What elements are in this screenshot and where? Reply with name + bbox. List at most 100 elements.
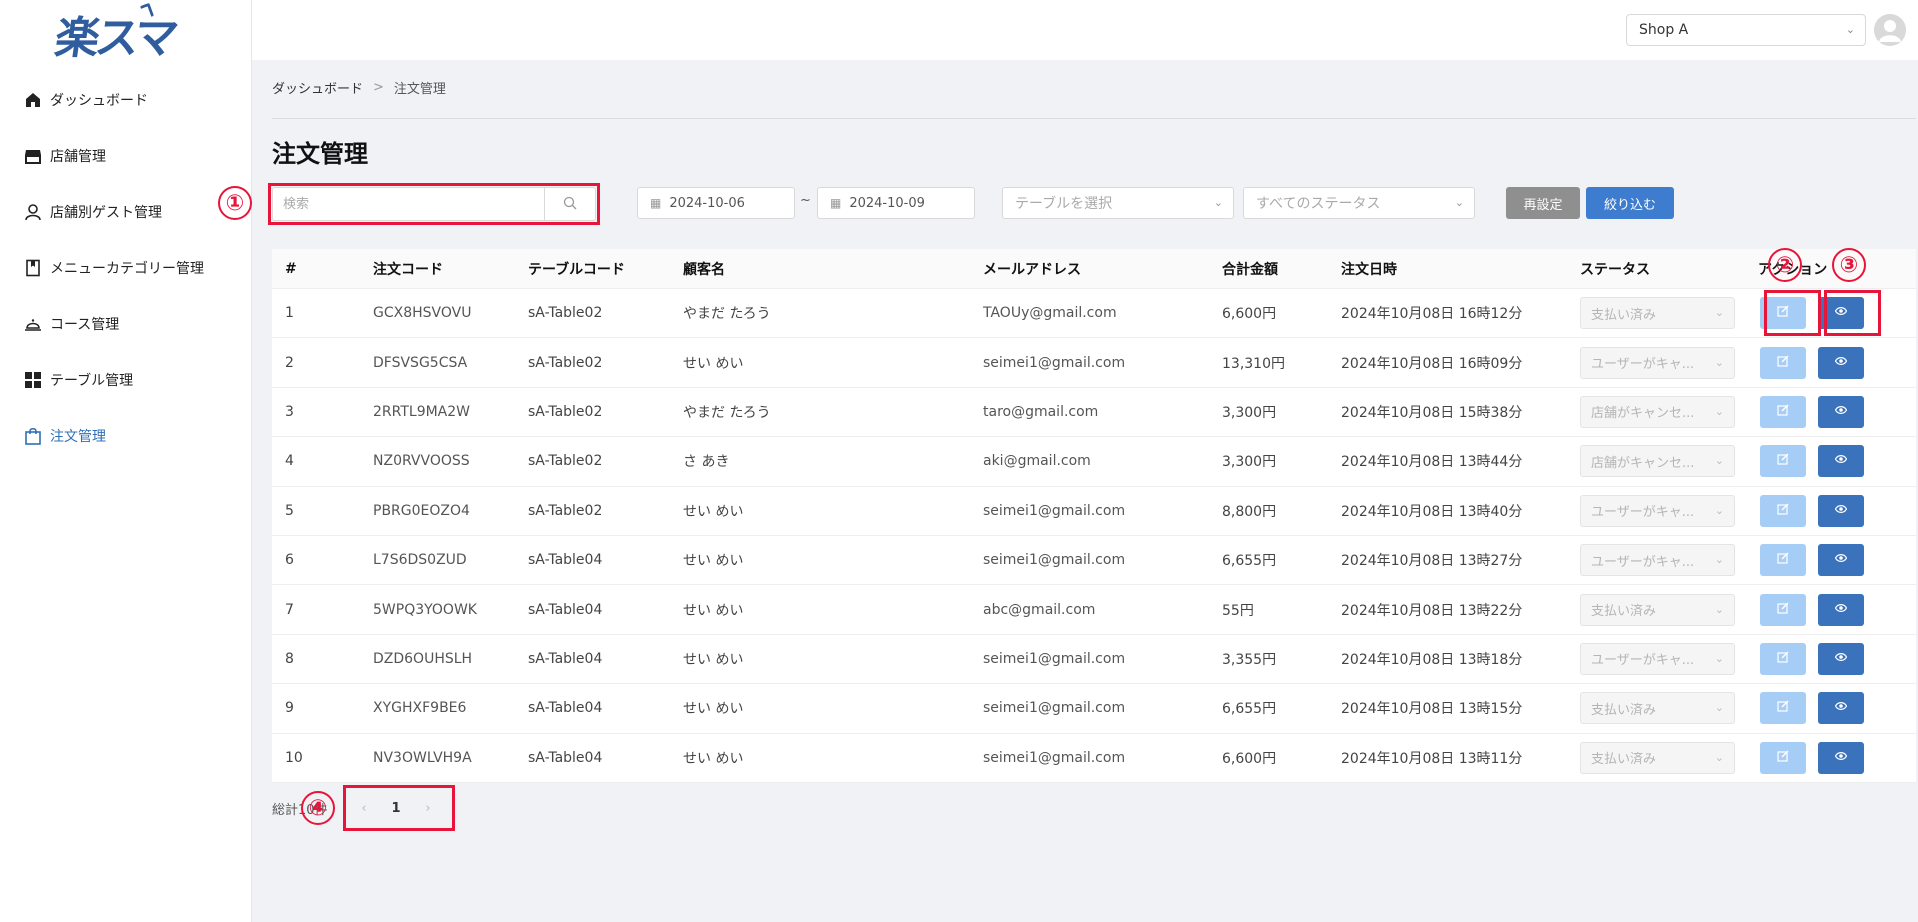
reset-button[interactable]: 再設定 [1506, 187, 1580, 219]
edit-icon [1777, 602, 1789, 618]
action-cell [1758, 544, 1916, 577]
status-dropdown[interactable]: ユーザーがキャ... ⌄ [1580, 544, 1735, 577]
sidebar-item-label: メニューカテゴリー管理 [50, 261, 204, 277]
table-row: 4 NZ0RVVOOSS sA-Table02 さ あき aki@gmail.com 3,… [272, 437, 1916, 487]
sidebar-item-course[interactable]: コース管理 [0, 296, 252, 352]
email-cell: aki@gmail.com [983, 453, 1091, 470]
email-cell: seimei1@gmail.com [983, 552, 1126, 569]
breadcrumb-home[interactable]: ダッシュボード [272, 78, 363, 97]
sidebar-item-order[interactable]: 注文管理 [0, 408, 252, 464]
status-cell: 支払い済み ⌄ [1580, 741, 1758, 774]
sidebar-item-table[interactable]: テーブル管理 [0, 352, 252, 408]
sidebar-item-guest[interactable]: 店舗別ゲスト管理 [0, 184, 252, 240]
edit-button[interactable] [1760, 395, 1806, 428]
edit-button[interactable] [1760, 346, 1806, 379]
order-datetime-cell: 2024年10月08日 13時22分 [1341, 602, 1523, 619]
search-input[interactable] [272, 187, 544, 221]
edit-icon [1777, 453, 1789, 469]
status-dropdown[interactable]: 支払い済み ⌄ [1580, 692, 1735, 725]
sidebar-item-label: 注文管理 [50, 429, 106, 445]
edit-button[interactable] [1760, 642, 1806, 675]
table-row: 2 DFSVSG5CSA sA-Table02 せい めい seimei1@gmail.… [272, 338, 1916, 388]
status-cell: ユーザーがキャ... ⌄ [1580, 346, 1758, 379]
status-value: ユーザーがキャ... [1591, 554, 1695, 570]
sidebar-item-label: テーブル管理 [50, 373, 134, 389]
view-button[interactable] [1818, 297, 1864, 330]
date-from-field[interactable]: ▦ 2024-10-06 [637, 187, 795, 219]
edit-button[interactable] [1760, 544, 1806, 577]
row-number-cell: 3 [285, 403, 294, 420]
order-datetime-cell: 2024年10月08日 13時40分 [1341, 503, 1523, 520]
sidebar-item-dashboard[interactable]: ダッシュボード [0, 72, 252, 128]
breadcrumb: ダッシュボード > 注文管理 [272, 78, 446, 97]
status-dropdown[interactable]: 支払い済み ⌄ [1580, 741, 1735, 774]
status-dropdown[interactable]: 店舗がキャンセ... ⌄ [1580, 395, 1735, 428]
email-cell: abc@gmail.com [983, 601, 1096, 618]
chevron-down-icon: ⌄ [1213, 196, 1223, 209]
table-code-cell: sA-Table04 [528, 700, 603, 717]
status-dropdown[interactable]: 店舗がキャンセ... ⌄ [1580, 445, 1735, 478]
table-select[interactable]: テーブルを選択 ⌄ [1002, 187, 1234, 219]
column-header: ステータス [1580, 261, 1650, 278]
view-button[interactable] [1818, 346, 1864, 379]
search-button[interactable] [544, 187, 596, 221]
view-button[interactable] [1818, 395, 1864, 428]
email-cell: TAOUy@gmail.com [983, 305, 1117, 322]
order-datetime-cell: 2024年10月08日 15時38分 [1341, 404, 1523, 421]
table-code-cell: sA-Table02 [528, 453, 603, 470]
chevron-down-icon: ⌄ [1714, 306, 1724, 320]
row-number-cell: 1 [285, 305, 294, 322]
status-select[interactable]: すべてのステータス ⌄ [1243, 187, 1475, 219]
sidebar-item-menu-category[interactable]: メニューカテゴリー管理 [0, 240, 252, 296]
avatar[interactable] [1874, 14, 1906, 46]
view-button[interactable] [1818, 593, 1864, 626]
sidebar-item-store[interactable]: 店舗管理 [0, 128, 252, 184]
edit-button[interactable] [1760, 692, 1806, 725]
customer-name-cell: やまだ たろう [683, 404, 771, 421]
next-page-button[interactable]: › [412, 792, 444, 824]
status-dropdown[interactable]: 支払い済み ⌄ [1580, 593, 1735, 626]
date-to-field[interactable]: ▦ 2024-10-09 [817, 187, 975, 219]
total-amount-cell: 3,355円 [1222, 651, 1277, 668]
view-button[interactable] [1818, 692, 1864, 725]
prev-page-button[interactable]: ‹ [348, 792, 380, 824]
customer-name-cell: せい めい [683, 553, 744, 570]
column-header: メールアドレス [983, 261, 1081, 278]
status-dropdown[interactable]: ユーザーがキャ... ⌄ [1580, 642, 1735, 675]
edit-button[interactable] [1760, 297, 1806, 330]
view-button[interactable] [1818, 494, 1864, 527]
annotation-2: ② [1768, 248, 1802, 282]
status-cell: 支払い済み ⌄ [1580, 297, 1758, 330]
bag-icon [24, 427, 42, 445]
view-button[interactable] [1818, 445, 1864, 478]
page-1-button[interactable]: 1 [380, 792, 412, 824]
table-code-cell: sA-Table02 [528, 354, 603, 371]
shop-select[interactable]: Shop A ⌄ [1626, 14, 1866, 46]
chevron-down-icon: ⌄ [1714, 454, 1724, 468]
table-code-cell: sA-Table02 [528, 305, 603, 322]
column-header: # [285, 260, 297, 277]
edit-icon [1777, 404, 1789, 420]
table-code-cell: sA-Table02 [528, 403, 603, 420]
orders-table: # 注文コード テーブルコード 顧客名 メールアドレス 合計金額 注文日時 ステ… [272, 249, 1916, 783]
status-dropdown[interactable]: ユーザーがキャ... ⌄ [1580, 494, 1735, 527]
status-dropdown[interactable]: ユーザーがキャ... ⌄ [1580, 346, 1735, 379]
filter-button[interactable]: 絞り込む [1586, 187, 1674, 219]
logo[interactable]: 楽スマ [52, 2, 178, 64]
sidebar-nav: ダッシュボード 店舗管理 店舗別ゲスト管理 メニューカテゴリー管理 コース管理 … [0, 72, 252, 464]
eye-icon [1834, 503, 1848, 519]
edit-button[interactable] [1760, 593, 1806, 626]
date-from-value: 2024-10-06 [669, 195, 745, 211]
search-group [272, 187, 596, 221]
edit-button[interactable] [1760, 741, 1806, 774]
edit-button[interactable] [1760, 494, 1806, 527]
order-code-cell: XYGHXF9BE6 [373, 700, 467, 717]
view-button[interactable] [1818, 642, 1864, 675]
annotation-1: ① [218, 186, 252, 220]
status-dropdown[interactable]: 支払い済み ⌄ [1580, 297, 1735, 330]
edit-button[interactable] [1760, 445, 1806, 478]
view-button[interactable] [1818, 544, 1864, 577]
book-icon [24, 259, 42, 277]
order-code-cell: 2RRTL9MA2W [373, 403, 471, 420]
view-button[interactable] [1818, 741, 1864, 774]
